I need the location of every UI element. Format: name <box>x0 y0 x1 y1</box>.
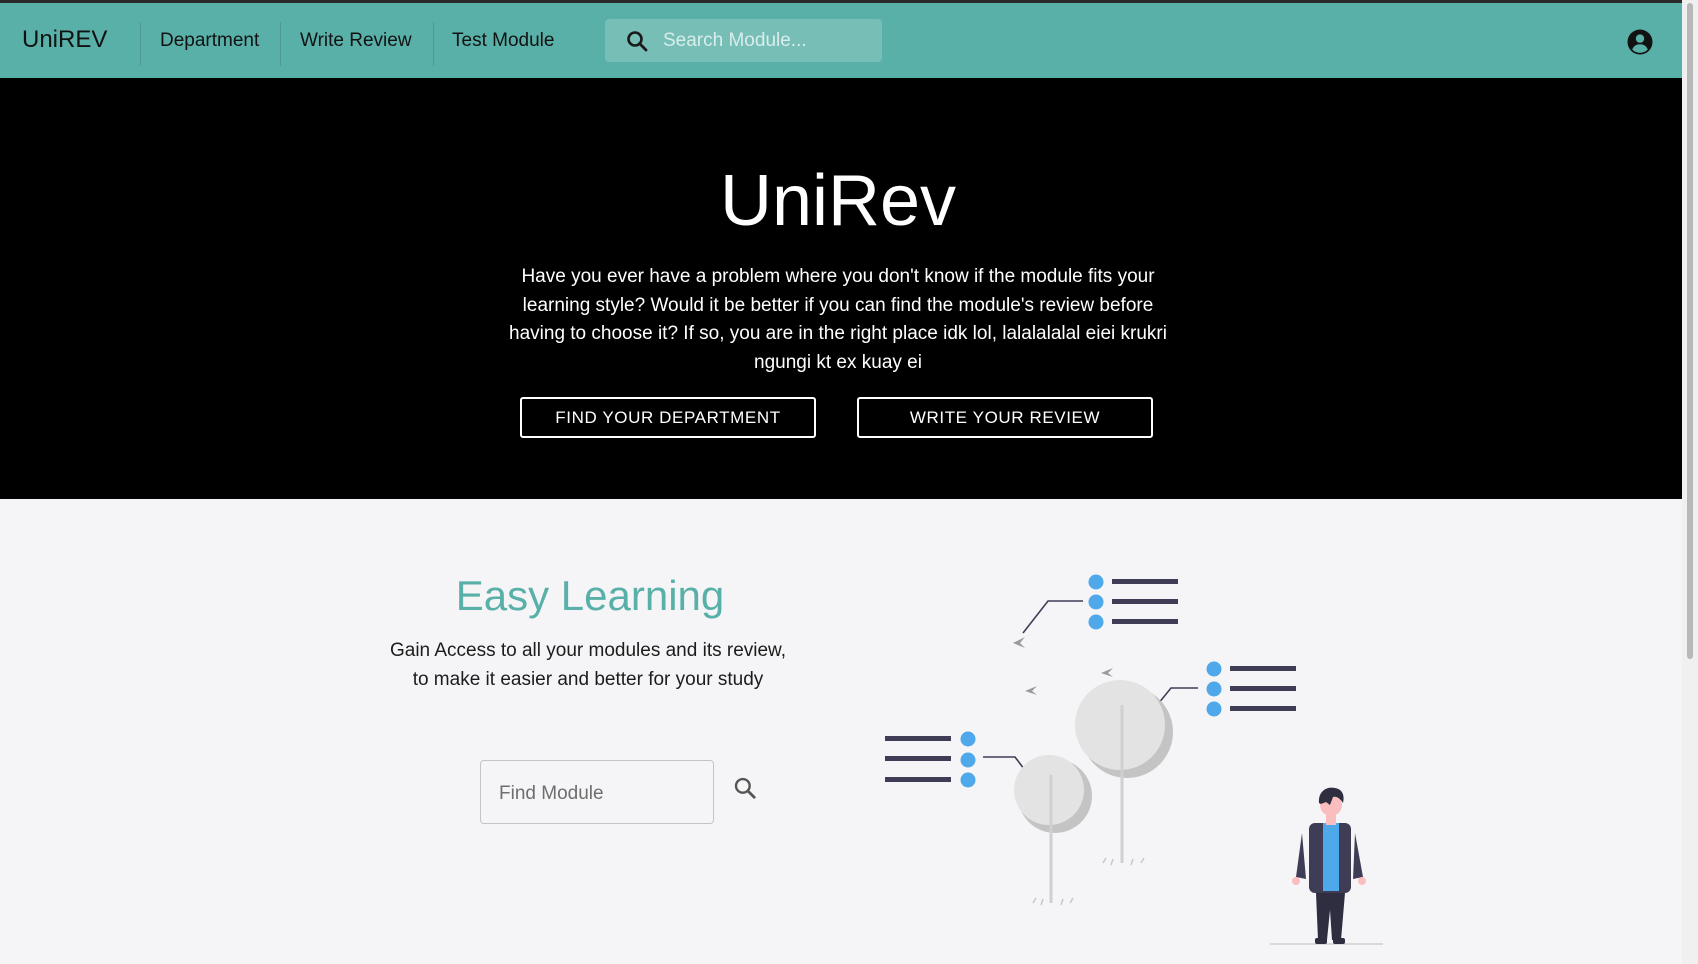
tree-large <box>1075 680 1173 866</box>
navbar-search <box>605 19 882 62</box>
hero-description: Have you ever have a problem where you d… <box>509 266 1167 373</box>
learning-illustration <box>885 574 1383 945</box>
tree-small <box>1014 755 1092 906</box>
write-review-button[interactable]: WRITE YOUR REVIEW <box>857 397 1153 438</box>
nav-divider <box>140 22 141 66</box>
nav-link-department[interactable]: Department <box>160 30 259 52</box>
hero-section: UniRev Have you ever have a problem wher… <box>0 78 1682 499</box>
hero-title: UniRev <box>719 161 957 241</box>
nav-divider <box>433 22 434 66</box>
brand-logo[interactable]: UniREV <box>22 26 107 54</box>
feature-title: Easy Learning <box>455 572 725 619</box>
find-department-button[interactable]: FIND YOUR DEPARTMENT <box>520 397 816 438</box>
feature-description: Gain Access to all your modules and its … <box>389 640 787 690</box>
top-navbar: UniREV Department Write Review Test Modu… <box>0 3 1682 78</box>
nav-divider <box>280 22 281 66</box>
find-module-input[interactable] <box>497 779 701 809</box>
search-icon[interactable] <box>732 775 758 801</box>
scrollbar[interactable] <box>1682 0 1698 964</box>
account-circle-icon[interactable] <box>1627 29 1653 55</box>
person-figure <box>1292 787 1366 944</box>
scrollbar-thumb[interactable] <box>1687 3 1693 659</box>
search-icon <box>627 31 648 52</box>
nav-link-test-module[interactable]: Test Module <box>452 30 554 52</box>
nav-link-write-review[interactable]: Write Review <box>300 30 412 52</box>
list-icon-top <box>1022 574 1178 634</box>
find-module-field <box>480 760 714 824</box>
navbar-search-input[interactable] <box>661 24 875 58</box>
